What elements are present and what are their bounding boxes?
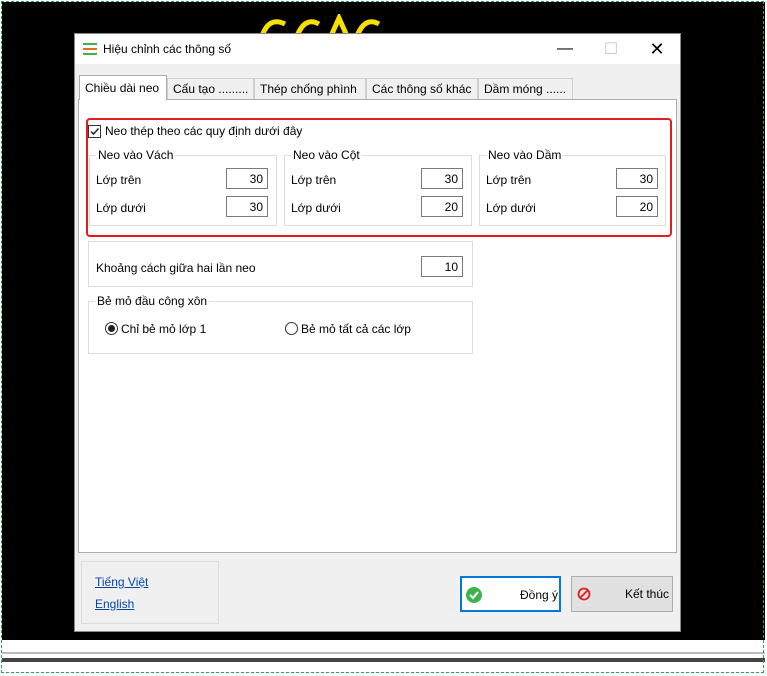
check-circle-icon <box>466 587 482 603</box>
input-lop-duoi-vach[interactable]: 30 <box>226 196 268 217</box>
background-strip <box>2 652 765 654</box>
input-lop-tren-cot[interactable]: 30 <box>421 168 463 189</box>
neo-checkbox-label[interactable]: Neo thép theo các quy định dưới đây <box>105 124 302 138</box>
radio-option-2[interactable] <box>285 322 298 335</box>
label-lop-tren-vach: Lớp trên <box>96 173 142 187</box>
link-english[interactable]: English <box>95 597 134 611</box>
group-neo-vao-dam: Neo vào Dầm Lớp trên 30 Lớp dưới 20 <box>479 148 666 226</box>
background-strip-dark <box>2 658 765 662</box>
label-lop-tren-cot: Lớp trên <box>291 173 337 187</box>
app-icon <box>83 43 97 55</box>
input-lop-tren-dam[interactable]: 30 <box>616 168 658 189</box>
group-be-mo-dau-cong-xon: Bẻ mỏ đầu công xôn Chỉ bẻ mỏ lớp 1 Bẻ mỏ… <box>88 294 473 354</box>
label-lop-duoi-cot: Lớp dưới <box>291 201 341 215</box>
radio-option-2-label[interactable]: Bẻ mỏ tất cả các lớp <box>301 322 411 336</box>
checkmark-icon <box>90 127 100 136</box>
settings-dialog: Hiệu chỉnh các thông số — ☐ ✕ Chiều dài … <box>74 33 681 632</box>
dialog-title: Hiệu chỉnh các thông số <box>103 42 232 56</box>
radio-option-1[interactable] <box>105 322 118 335</box>
minimize-icon: — <box>557 40 573 57</box>
group-title-cot: Neo vào Cột <box>291 148 362 162</box>
radio-option-1-label[interactable]: Chỉ bẻ mỏ lớp 1 <box>121 322 206 336</box>
group-title-vach: Neo vào Vách <box>96 148 176 162</box>
tab-dam-mong[interactable]: Dầm móng ...... <box>478 78 573 99</box>
language-panel: Tiếng Việt English <box>81 561 219 624</box>
close-icon: ✕ <box>649 38 665 59</box>
label-lop-duoi-dam: Lớp dưới <box>486 201 536 215</box>
group-title-cong-xon: Bẻ mỏ đầu công xôn <box>95 294 210 308</box>
group-title-dam: Neo vào Dầm <box>486 148 564 162</box>
input-lop-tren-vach[interactable]: 30 <box>226 168 268 189</box>
close-button[interactable]: ✕ <box>634 34 680 64</box>
label-lop-duoi-vach: Lớp dưới <box>96 201 146 215</box>
group-neo-vao-vach: Neo vào Vách Lớp trên 30 Lớp dưới 30 <box>89 148 277 226</box>
tab-cac-thong-so-khac[interactable]: Các thông số khác <box>366 78 478 99</box>
group-neo-vao-cot: Neo vào Cột Lớp trên 30 Lớp dưới 20 <box>284 148 472 226</box>
input-lop-duoi-dam[interactable]: 20 <box>616 196 658 217</box>
neo-checkbox[interactable] <box>88 125 101 138</box>
input-lop-duoi-cot[interactable]: 20 <box>421 196 463 217</box>
ok-button-label: Đồng ý <box>520 588 559 602</box>
link-tieng-viet[interactable]: Tiếng Việt <box>95 575 148 589</box>
tab-chieu-dai-neo[interactable]: Chiều dài neo <box>79 75 167 100</box>
no-entry-icon <box>577 587 591 601</box>
maximize-button[interactable]: ☐ <box>588 34 634 64</box>
spacing-label: Khoảng cách giữa hai lần neo <box>96 261 256 275</box>
ok-button[interactable]: Đồng ý <box>460 576 561 612</box>
maximize-icon: ☐ <box>603 41 619 58</box>
cancel-button-label: Kết thúc <box>625 587 670 601</box>
tab-thep-chong-phinh[interactable]: Thép chống phình <box>254 78 366 99</box>
title-bar[interactable]: Hiệu chỉnh các thông số — ☐ ✕ <box>75 34 680 64</box>
tab-cau-tao[interactable]: Cấu tạo ......... <box>167 78 254 99</box>
spacing-input[interactable]: 10 <box>421 256 463 277</box>
label-lop-tren-dam: Lớp trên <box>486 173 532 187</box>
minimize-button[interactable]: — <box>542 34 588 64</box>
cancel-button[interactable]: Kết thúc <box>571 576 673 612</box>
spacing-panel: Khoảng cách giữa hai lần neo 10 <box>88 241 473 287</box>
